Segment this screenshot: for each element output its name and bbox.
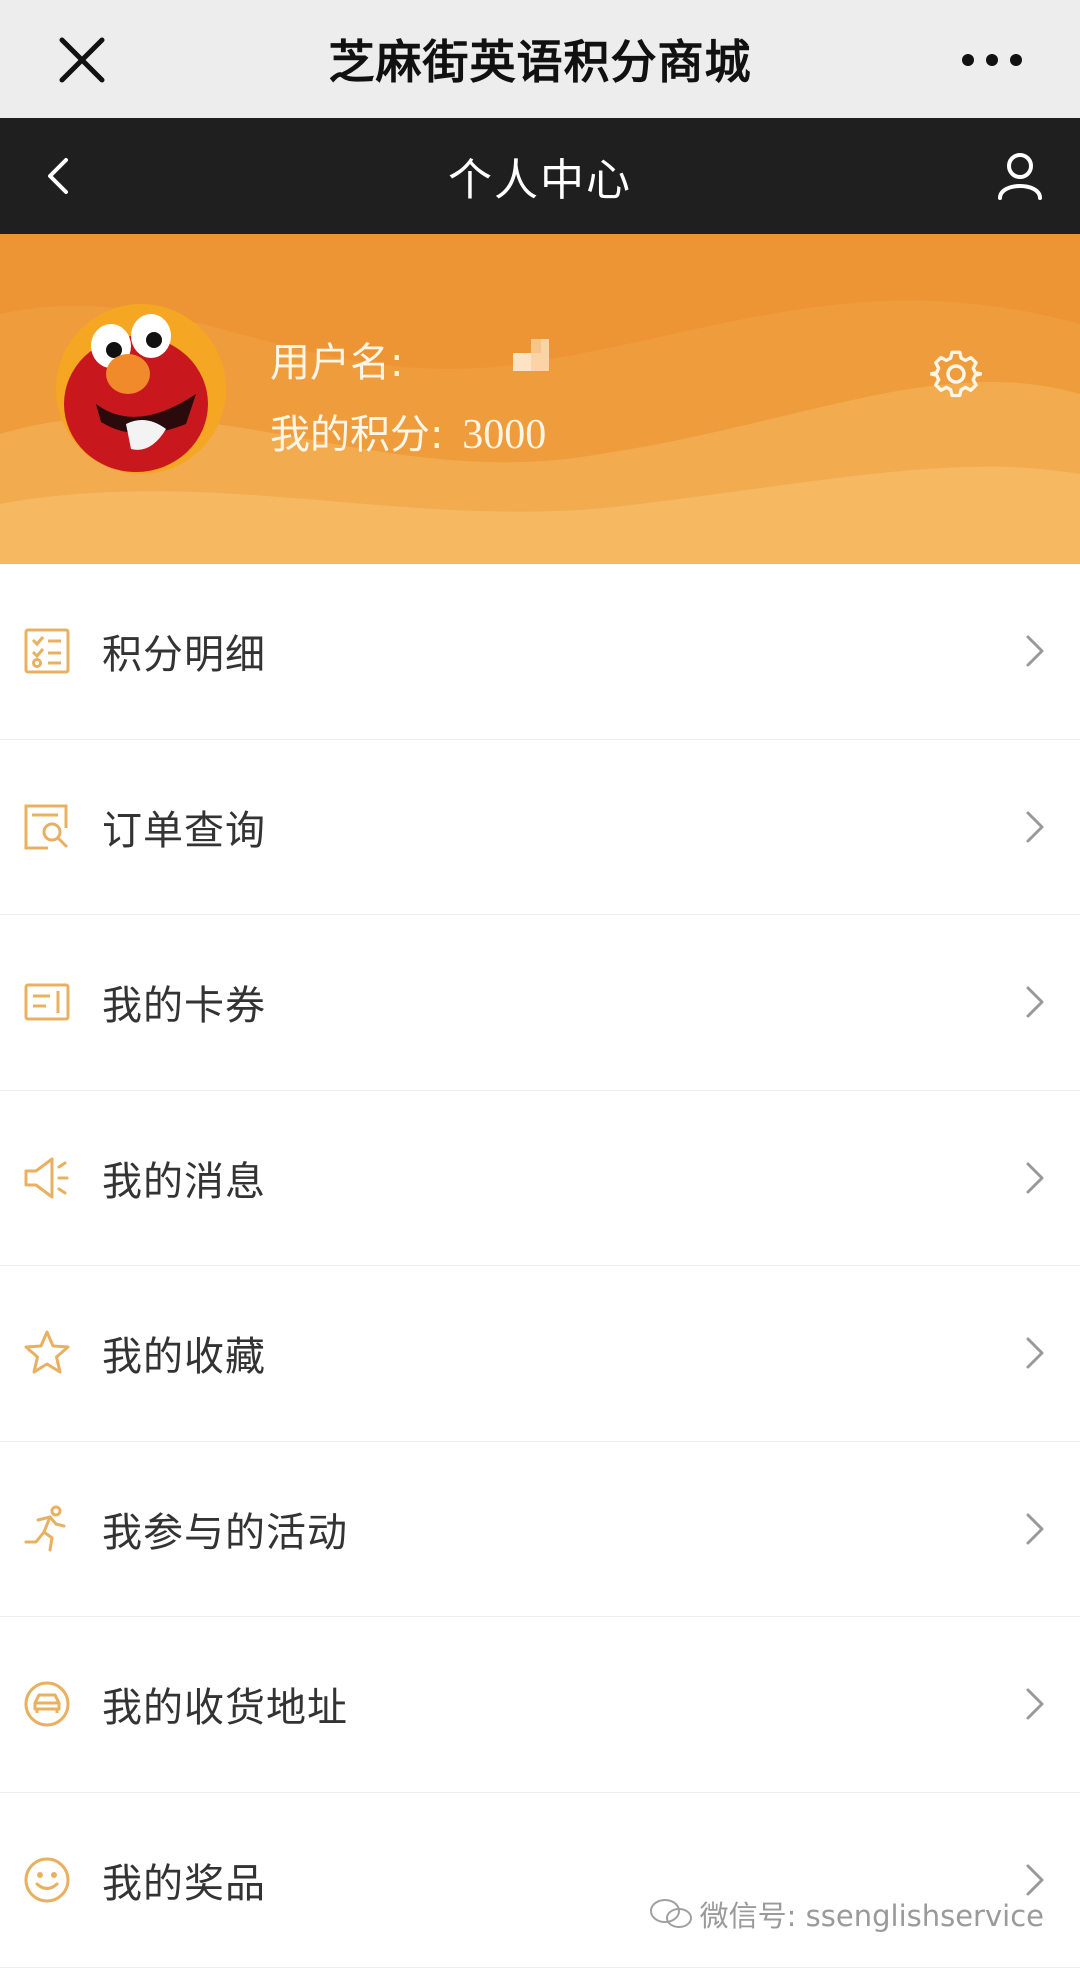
wechat-title-bar: 芝麻街英语积分商城: [0, 0, 1080, 118]
points-row: 我的积分: 3000: [270, 402, 546, 460]
close-icon[interactable]: [52, 30, 112, 90]
gear-icon[interactable]: [930, 348, 982, 400]
address-icon: [22, 1679, 72, 1729]
user-icon[interactable]: [990, 146, 1050, 206]
points-detail-icon: [22, 626, 72, 676]
username-value: [513, 339, 553, 379]
menu-item-favorites[interactable]: 我的收藏: [0, 1266, 1080, 1442]
chevron-right-icon: [1020, 1684, 1050, 1724]
menu-item-coupons[interactable]: 我的卡券: [0, 915, 1080, 1091]
chevron-right-icon: [1020, 982, 1050, 1022]
menu-item-messages[interactable]: 我的消息: [0, 1091, 1080, 1267]
username-row: 用户名:: [270, 330, 553, 388]
username-label: 用户名:: [270, 330, 403, 388]
smiley-icon: [22, 1855, 72, 1905]
menu-item-order-search[interactable]: 订单查询: [0, 740, 1080, 916]
profile-header: 用户名: 我的积分: 3000: [0, 234, 1080, 564]
points-value: 3000: [462, 412, 546, 458]
menu-item-points-detail[interactable]: 积分明细: [0, 564, 1080, 740]
more-icon[interactable]: [956, 30, 1028, 90]
menu-label: 积分明细: [102, 622, 266, 680]
menu-item-activities[interactable]: 我参与的活动: [0, 1442, 1080, 1618]
chevron-right-icon: [1020, 1158, 1050, 1198]
username-blur-icon: [513, 339, 553, 379]
menu-label: 我参与的活动: [102, 1500, 348, 1558]
megaphone-icon: [22, 1153, 72, 1203]
coupon-icon: [22, 977, 72, 1027]
avatar[interactable]: [56, 304, 226, 474]
watermark: 微信号: ssenglishservice: [648, 1893, 1044, 1935]
menu-label: 我的收货地址: [102, 1675, 348, 1733]
order-search-icon: [22, 802, 72, 852]
menu-label: 我的收藏: [102, 1324, 266, 1382]
wechat-page-title: 芝麻街英语积分商城: [329, 26, 752, 92]
menu-item-address[interactable]: 我的收货地址: [0, 1617, 1080, 1793]
menu-label: 我的消息: [102, 1149, 266, 1207]
chevron-right-icon: [1020, 1509, 1050, 1549]
menu-list: 积分明细 订单查询 我的卡券: [0, 564, 1080, 1968]
page-title: 个人中心: [448, 144, 632, 208]
points-label: 我的积分:: [270, 412, 443, 458]
menu-label: 订单查询: [102, 798, 266, 856]
chevron-right-icon: [1020, 807, 1050, 847]
star-icon: [22, 1328, 72, 1378]
chevron-left-icon[interactable]: [30, 146, 90, 206]
chevron-right-icon: [1020, 631, 1050, 671]
nav-bar: 个人中心: [0, 118, 1080, 234]
menu-label: 我的卡券: [102, 973, 266, 1031]
menu-label: 我的奖品: [102, 1851, 266, 1909]
running-icon: [22, 1504, 72, 1554]
menu-item-prizes[interactable]: 我的奖品: [0, 1793, 1080, 1968]
elmo-avatar-icon: [56, 304, 226, 474]
chevron-right-icon: [1020, 1333, 1050, 1373]
wechat-logo-icon: [648, 1898, 694, 1930]
watermark-text: 微信号: ssenglishservice: [700, 1893, 1044, 1935]
